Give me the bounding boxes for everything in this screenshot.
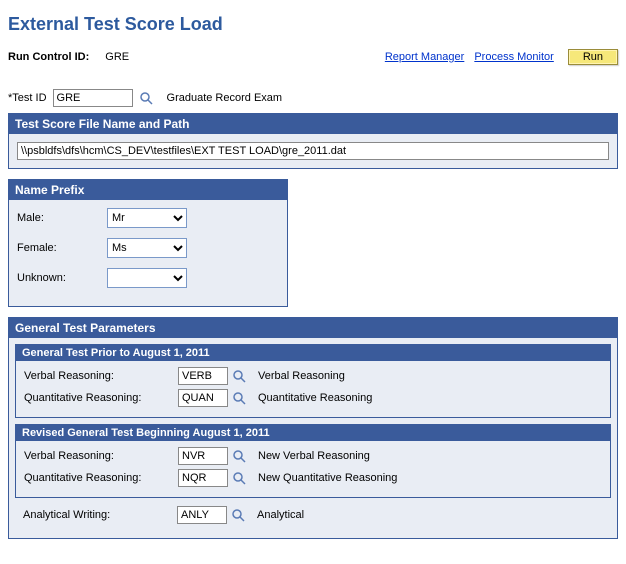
- param-label: Verbal Reasoning:: [24, 370, 174, 382]
- param-code-input[interactable]: [178, 469, 228, 487]
- lookup-icon[interactable]: [232, 449, 246, 463]
- test-id-row: *Test ID Graduate Record Exam: [8, 89, 618, 107]
- lookup-icon[interactable]: [232, 369, 246, 383]
- param-desc: Quantitative Reasoning: [258, 392, 372, 404]
- param-label: Quantitative Reasoning:: [24, 392, 174, 404]
- prefix-select-unknown[interactable]: [107, 268, 187, 288]
- lookup-icon[interactable]: [232, 391, 246, 405]
- param-code-input[interactable]: [178, 447, 228, 465]
- param-code-input[interactable]: [178, 389, 228, 407]
- prefix-label-male: Male:: [17, 212, 107, 224]
- param-desc: Verbal Reasoning: [258, 370, 345, 382]
- general-test-parameters-header: General Test Parameters: [9, 318, 617, 338]
- lookup-icon[interactable]: [139, 91, 153, 105]
- prefix-select-male[interactable]: Mr: [107, 208, 187, 228]
- run-control-value: GRE: [105, 51, 129, 63]
- param-row-quant-prior: Quantitative Reasoning: Quantitative Rea…: [24, 389, 602, 407]
- run-control-label: Run Control ID:: [8, 51, 89, 63]
- top-bar: Run Control ID: GRE Report Manager Proce…: [8, 49, 618, 65]
- param-code-input[interactable]: [177, 506, 227, 524]
- param-label: Verbal Reasoning:: [24, 450, 174, 462]
- prefix-label-unknown: Unknown:: [17, 272, 107, 284]
- process-monitor-link[interactable]: Process Monitor: [474, 51, 553, 63]
- prior-test-header: General Test Prior to August 1, 2011: [16, 345, 610, 361]
- prefix-select-female[interactable]: Ms: [107, 238, 187, 258]
- prefix-row-male: Male: Mr: [17, 208, 279, 228]
- general-test-parameters-section: General Test Parameters General Test Pri…: [8, 317, 618, 539]
- lookup-icon[interactable]: [232, 471, 246, 485]
- test-id-description: Graduate Record Exam: [167, 92, 283, 104]
- name-prefix-header: Name Prefix: [9, 180, 287, 200]
- test-id-label: *Test ID: [8, 92, 47, 104]
- param-label: Quantitative Reasoning:: [24, 472, 174, 484]
- report-manager-link[interactable]: Report Manager: [385, 51, 465, 63]
- lookup-icon[interactable]: [231, 508, 245, 522]
- file-path-header: Test Score File Name and Path: [9, 114, 617, 134]
- prefix-row-female: Female: Ms: [17, 238, 279, 258]
- param-row-verbal-revised: Verbal Reasoning: New Verbal Reasoning: [24, 447, 602, 465]
- file-path-section: Test Score File Name and Path: [8, 113, 618, 169]
- param-desc: New Quantitative Reasoning: [258, 472, 397, 484]
- param-row-verbal-prior: Verbal Reasoning: Verbal Reasoning: [24, 367, 602, 385]
- page-title: External Test Score Load: [8, 14, 618, 35]
- revised-test-header: Revised General Test Beginning August 1,…: [16, 425, 610, 441]
- param-code-input[interactable]: [178, 367, 228, 385]
- prior-test-section: General Test Prior to August 1, 2011 Ver…: [15, 344, 611, 418]
- name-prefix-section: Name Prefix Male: Mr Female: Ms Unknown:: [8, 179, 288, 307]
- prefix-label-female: Female:: [17, 242, 107, 254]
- prefix-row-unknown: Unknown:: [17, 268, 279, 288]
- param-desc: Analytical: [257, 509, 304, 521]
- revised-test-section: Revised General Test Beginning August 1,…: [15, 424, 611, 498]
- param-row-analytical: Analytical Writing: Analytical: [15, 504, 611, 528]
- param-desc: New Verbal Reasoning: [258, 450, 370, 462]
- param-row-quant-revised: Quantitative Reasoning: New Quantitative…: [24, 469, 602, 487]
- test-id-input[interactable]: [53, 89, 133, 107]
- param-label: Analytical Writing:: [23, 509, 173, 521]
- file-path-input[interactable]: [17, 142, 609, 160]
- run-button[interactable]: Run: [568, 49, 618, 65]
